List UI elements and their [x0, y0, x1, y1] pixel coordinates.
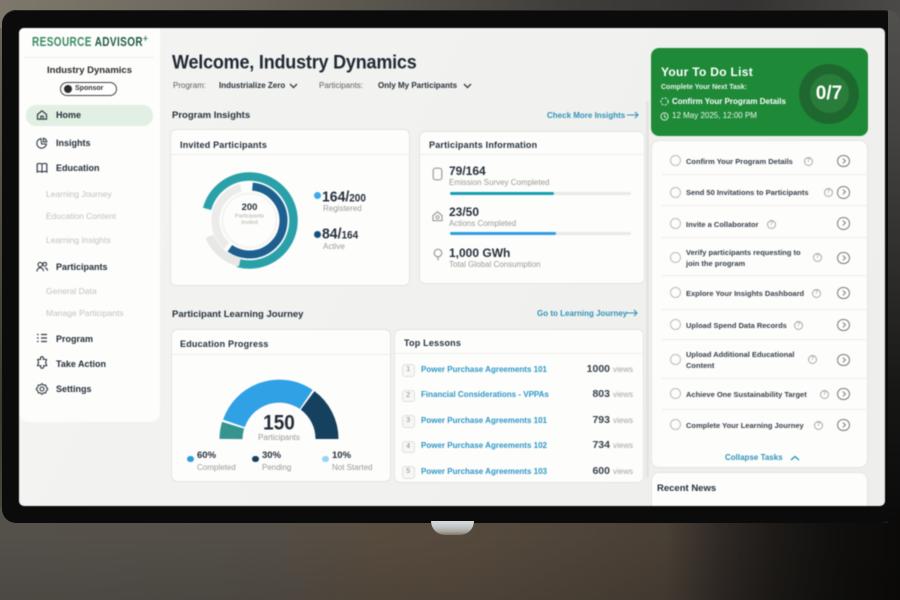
svg-text:Participants: Participants: [235, 214, 264, 220]
svg-text:200: 200: [242, 202, 258, 213]
svg-text:Invited: Invited: [241, 220, 257, 226]
